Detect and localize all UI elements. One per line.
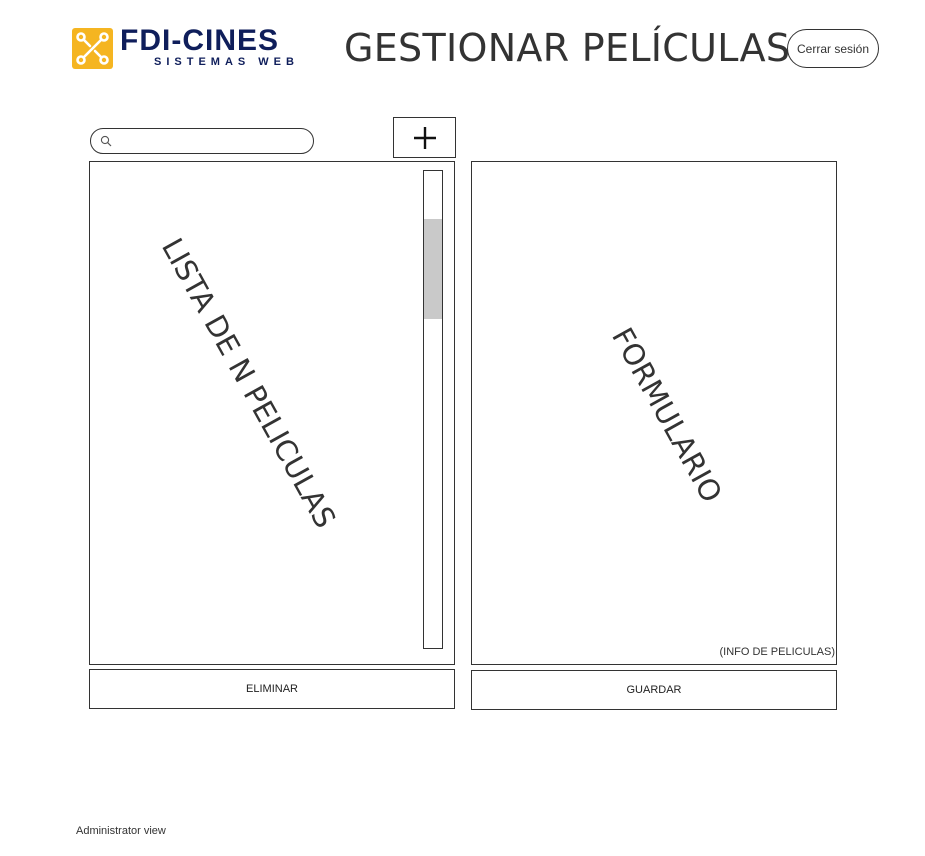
logo: FDI-CINES SISTEMAS WEB [72, 24, 304, 70]
search-icon [100, 135, 112, 147]
view-mode-label: Administrator view [76, 825, 166, 837]
form-info-note: (INFO DE PELICULAS) [719, 646, 835, 658]
delete-button[interactable]: ELIMINAR [89, 669, 455, 709]
save-button[interactable]: GUARDAR [471, 670, 837, 710]
search-input[interactable] [117, 132, 306, 151]
logo-name: FDI-CINES [120, 24, 279, 57]
logo-subtitle: SISTEMAS WEB [154, 56, 299, 68]
list-scrollbar[interactable] [423, 170, 443, 649]
search-field[interactable] [90, 128, 314, 154]
add-movie-button[interactable] [393, 117, 456, 158]
plus-icon [413, 126, 436, 149]
scrollbar-thumb[interactable] [424, 219, 442, 319]
circuit-icon [72, 28, 113, 69]
page-title: GESTIONAR PELÍCULAS [344, 26, 791, 70]
logout-button[interactable]: Cerrar sesión [787, 29, 879, 68]
